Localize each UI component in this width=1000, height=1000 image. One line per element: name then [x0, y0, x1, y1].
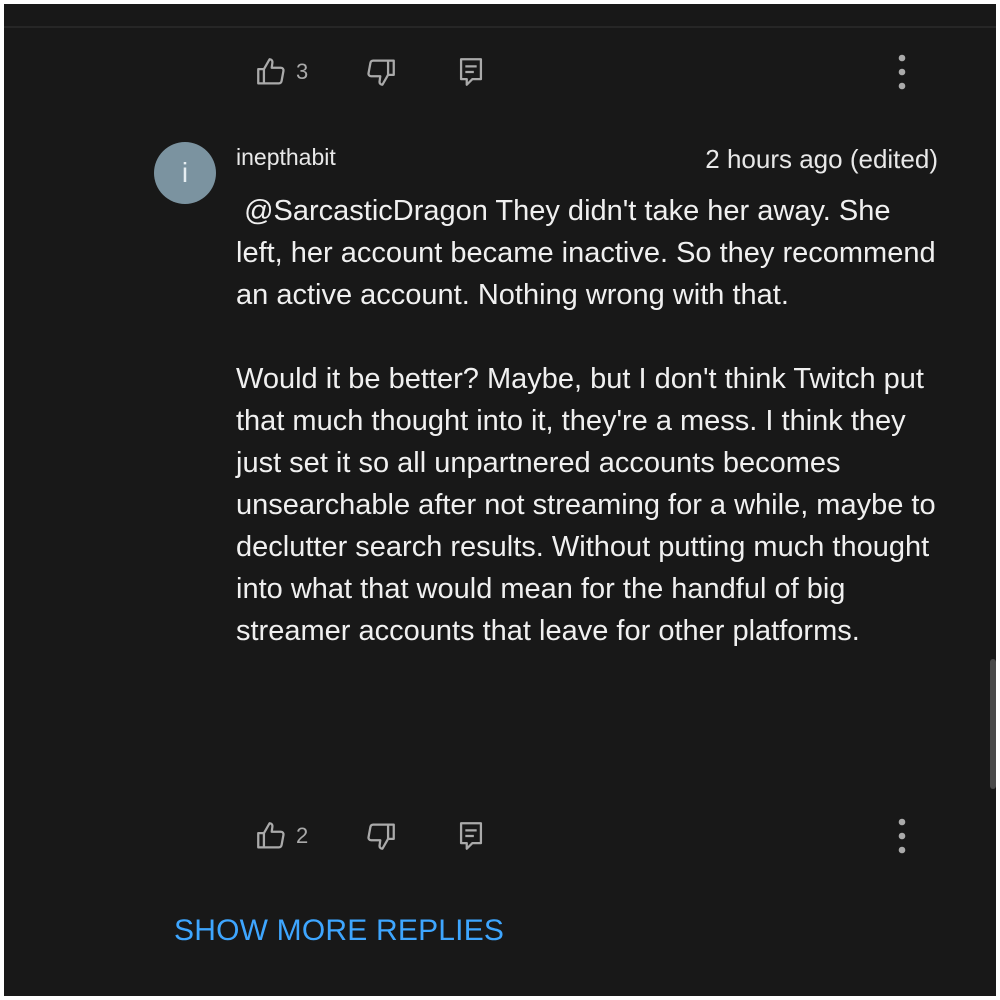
reply-icon [454, 819, 488, 853]
reply-icon [454, 55, 488, 89]
avatar-letter: i [181, 157, 189, 188]
comment-actions: 2 [254, 816, 914, 856]
like-count: 2 [296, 823, 309, 848]
comment-paragraph: @SarcasticDragon They didn't take her aw… [236, 190, 936, 316]
more-vertical-icon [897, 52, 907, 92]
comment-timestamp[interactable]: 2 hours ago (edited) [705, 144, 938, 175]
divider [4, 26, 996, 28]
thumbs-up-icon [254, 55, 288, 89]
more-options-button[interactable] [890, 816, 914, 856]
show-more-replies-button[interactable]: SHOW MORE REPLIES [174, 914, 504, 948]
like-button[interactable]: 2 [254, 816, 308, 856]
previous-comment-actions: 3 [254, 52, 914, 92]
comment-body: @SarcasticDragon They didn't take her aw… [236, 190, 936, 652]
reply-button[interactable] [454, 816, 488, 856]
dislike-button[interactable] [364, 816, 398, 856]
comment-paragraph: Would it be better? Maybe, but I don't t… [236, 363, 936, 647]
more-options-button[interactable] [890, 52, 914, 92]
scrollbar-thumb[interactable] [990, 659, 996, 789]
comment-author[interactable]: inepthabit [236, 144, 336, 171]
thumbs-up-icon [254, 819, 288, 853]
avatar[interactable]: i [154, 142, 216, 204]
thumbs-down-icon [364, 819, 398, 853]
mention-link[interactable]: @SarcasticDragon [244, 195, 488, 227]
comments-panel: 3 i inepthabit 2 hours ago (edited) @Sar… [4, 4, 996, 996]
dislike-button[interactable] [364, 52, 398, 92]
reply-button[interactable] [454, 52, 488, 92]
like-count: 3 [296, 59, 309, 84]
thumbs-down-icon [364, 55, 398, 89]
more-vertical-icon [897, 816, 907, 856]
like-button[interactable]: 3 [254, 52, 308, 92]
